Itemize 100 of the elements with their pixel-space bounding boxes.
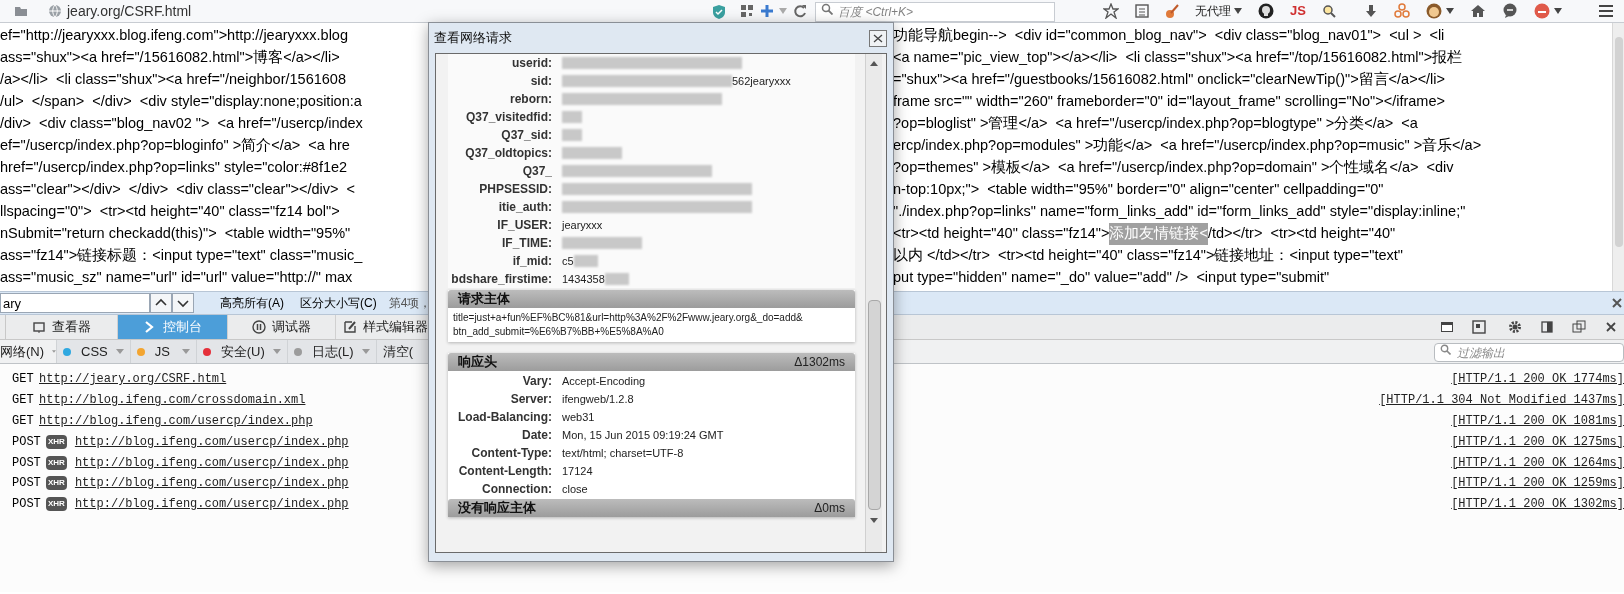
globe-icon (48, 4, 62, 18)
caret-icon[interactable] (1446, 8, 1454, 14)
header-name: Content-Length: (457, 463, 553, 480)
request-url[interactable]: http://blog.ifeng.com/usercp/index.php (39, 412, 313, 430)
request-url[interactable]: http://jeary.org/CSRF.html (39, 370, 227, 389)
filter-button[interactable]: JS (129, 340, 196, 363)
request-status[interactable]: [HTTP/1.1 304 Not Modified 1437ms] (1379, 391, 1624, 410)
request-status[interactable]: [HTTP/1.1 200 OK 1264ms] (1451, 453, 1624, 472)
request-url[interactable]: http://blog.ifeng.com/usercp/index.php (74, 453, 349, 472)
separate-window-icon[interactable] (1572, 320, 1586, 334)
highlight-all-button[interactable]: 高亮所有(A) (220, 294, 284, 312)
request-status[interactable]: [HTTP/1.1 200 OK 1259ms] (1451, 474, 1624, 493)
header-value: 562jearyxxx (732, 73, 791, 89)
up-arrow-icon[interactable] (870, 61, 878, 66)
caret-icon (1234, 8, 1243, 14)
caret-icon (272, 349, 281, 354)
close-icon[interactable] (1612, 298, 1622, 308)
header-name: sid: (529, 73, 553, 90)
request-status[interactable]: [HTTP/1.1 200 OK 1275ms] (1451, 432, 1624, 451)
settings-icon[interactable] (1508, 320, 1522, 334)
folder-icon[interactable] (14, 5, 28, 17)
header-value: ifengweb/1.2.8 (562, 391, 634, 407)
js-toggle-button[interactable]: JS (1290, 1, 1306, 21)
source-text: put type="hidden" name="_do" value="add" /> <input type="submit" (893, 268, 1330, 288)
section-time: Δ1302ms (794, 354, 845, 371)
header-name: Q37_sid: (500, 127, 553, 144)
request-url[interactable]: http://blog.ifeng.com/usercp/index.php (74, 432, 349, 451)
caret-icon (361, 349, 370, 354)
match-case-button[interactable]: 区分大小写(C) (300, 294, 377, 312)
search-field[interactable]: 百度 <Ctrl+K> (815, 2, 1056, 22)
request-status[interactable]: [HTTP/1.1 200 OK 1081ms] (1451, 412, 1624, 430)
caret-icon (181, 349, 190, 354)
shield-icon[interactable] (712, 3, 727, 19)
source-text: frame src="" width="260" frameborder="0" id="layout_frame" scrolling="No"></iframe> (893, 92, 1445, 112)
devtools-tab[interactable]: 调试器 (228, 315, 336, 339)
console-icon[interactable] (1440, 320, 1454, 334)
header-value: web31 (562, 409, 595, 425)
url-text[interactable]: jeary.org/CSRF.html (67, 0, 192, 22)
menu-icon[interactable] (1598, 4, 1614, 18)
frame-icon[interactable] (1472, 320, 1486, 334)
source-text: llspacing="0"> <tr><td height="40" class="fz14 bol"> (0, 203, 340, 220)
request-url[interactable]: http://blog.ifeng.com/usercp/index.php (74, 474, 349, 493)
caret-icon (115, 349, 124, 354)
header-value: close (562, 481, 588, 497)
header-value: 1434358 (562, 271, 605, 287)
source-text: <a name="pic_view_top"></a></li> <li class="shux"><a href="/top/15616082.html">报栏 (893, 48, 1463, 68)
pause-icon (252, 320, 266, 334)
request-url[interactable]: http://blog.ifeng.com/usercp/index.php (74, 495, 349, 514)
search-match: 添加友情链接< (1109, 223, 1208, 245)
source-text: ass="fz14">链接标题：<input type="text" class="music_ (0, 247, 363, 264)
source-text: ="shux"><a href="/guestbooks/15616082.html" onclick="clearNewTip()">留言</a></li> (893, 70, 1446, 90)
request-url[interactable]: http://blog.ifeng.com/crossdomain.xml (39, 391, 306, 410)
qr-code-icon[interactable] (740, 4, 755, 18)
close-button[interactable] (869, 29, 887, 47)
filter-button[interactable]: 网络(N) (0, 340, 56, 363)
header-name: Content-Type: (470, 445, 553, 462)
plus-icon[interactable] (760, 4, 775, 18)
page-scrollbar[interactable] (1612, 23, 1624, 291)
chat-icon[interactable] (1502, 3, 1518, 19)
search-icon (821, 3, 834, 15)
dialog-scrollbar[interactable] (865, 54, 882, 552)
home-icon[interactable] (1470, 4, 1486, 18)
find-field[interactable]: ary (0, 293, 150, 313)
down-arrow-icon[interactable] (870, 518, 878, 523)
guitar-icon[interactable] (1165, 3, 1180, 19)
section-time: Δ0ms (814, 500, 845, 517)
source-text: ercp/index.php?op=modules" >功能</a> <a href="/usercp/index.php?op=music" >音乐</a> (893, 136, 1482, 156)
redacted-value (604, 273, 629, 285)
source-text: 功能导航begin--> <div id="common_blog_nav"> <div class="blog_nav01"> <ul > <li (893, 26, 1445, 46)
download-icon[interactable] (1364, 4, 1378, 18)
request-body-text: title=just+a+fun%EF%BC%81&url=http%3A%2F%2Fwww.jeary.org&_do=add& (453, 311, 804, 325)
header-name: IF_USER: (496, 217, 553, 234)
source-text: ?op=themes" >模板</a> <a href="/usercp/index.php?op=domain" >个性域名</a> <div (893, 158, 1454, 178)
dialog-title: 查看网络请求 (434, 29, 512, 48)
circles-icon[interactable] (1394, 3, 1410, 19)
search-icon[interactable] (1322, 4, 1336, 18)
proxy-menu-button[interactable]: 无代理 (1195, 2, 1243, 20)
filter-field[interactable]: 过滤输出 (1434, 343, 1624, 362)
up-arrow-button[interactable] (150, 293, 172, 313)
section-title: 响应头 (458, 353, 497, 372)
source-text: nSubmit="return checkadd(this)"> <table width="95%" (0, 225, 351, 242)
request-method: GET (12, 413, 35, 430)
filter-button[interactable]: 日志(L) (286, 340, 376, 363)
filter-button[interactable]: 安全(U) (195, 340, 287, 363)
reading-list-icon[interactable] (1135, 4, 1150, 18)
scrollbar-thumb[interactable] (867, 300, 881, 510)
reload-icon[interactable] (793, 4, 808, 18)
request-status[interactable]: [HTTP/1.1 200 OK 1774ms] (1451, 370, 1624, 389)
request-method: GET (12, 392, 35, 410)
filter-button[interactable]: CSS (56, 340, 130, 363)
xhr-badge: XHR (46, 455, 67, 470)
request-method: POST (12, 433, 42, 451)
header-name: PHPSESSID: (478, 181, 553, 198)
close-icon[interactable] (1604, 320, 1618, 334)
header-name: reborn: (509, 91, 553, 108)
caret-icon[interactable] (1554, 8, 1562, 14)
request-status[interactable]: [HTTP/1.1 200 OK 1302ms] (1451, 495, 1624, 514)
dock-side-icon[interactable] (1540, 320, 1554, 334)
down-arrow-button[interactable] (172, 293, 194, 313)
star-icon[interactable] (1103, 3, 1120, 19)
